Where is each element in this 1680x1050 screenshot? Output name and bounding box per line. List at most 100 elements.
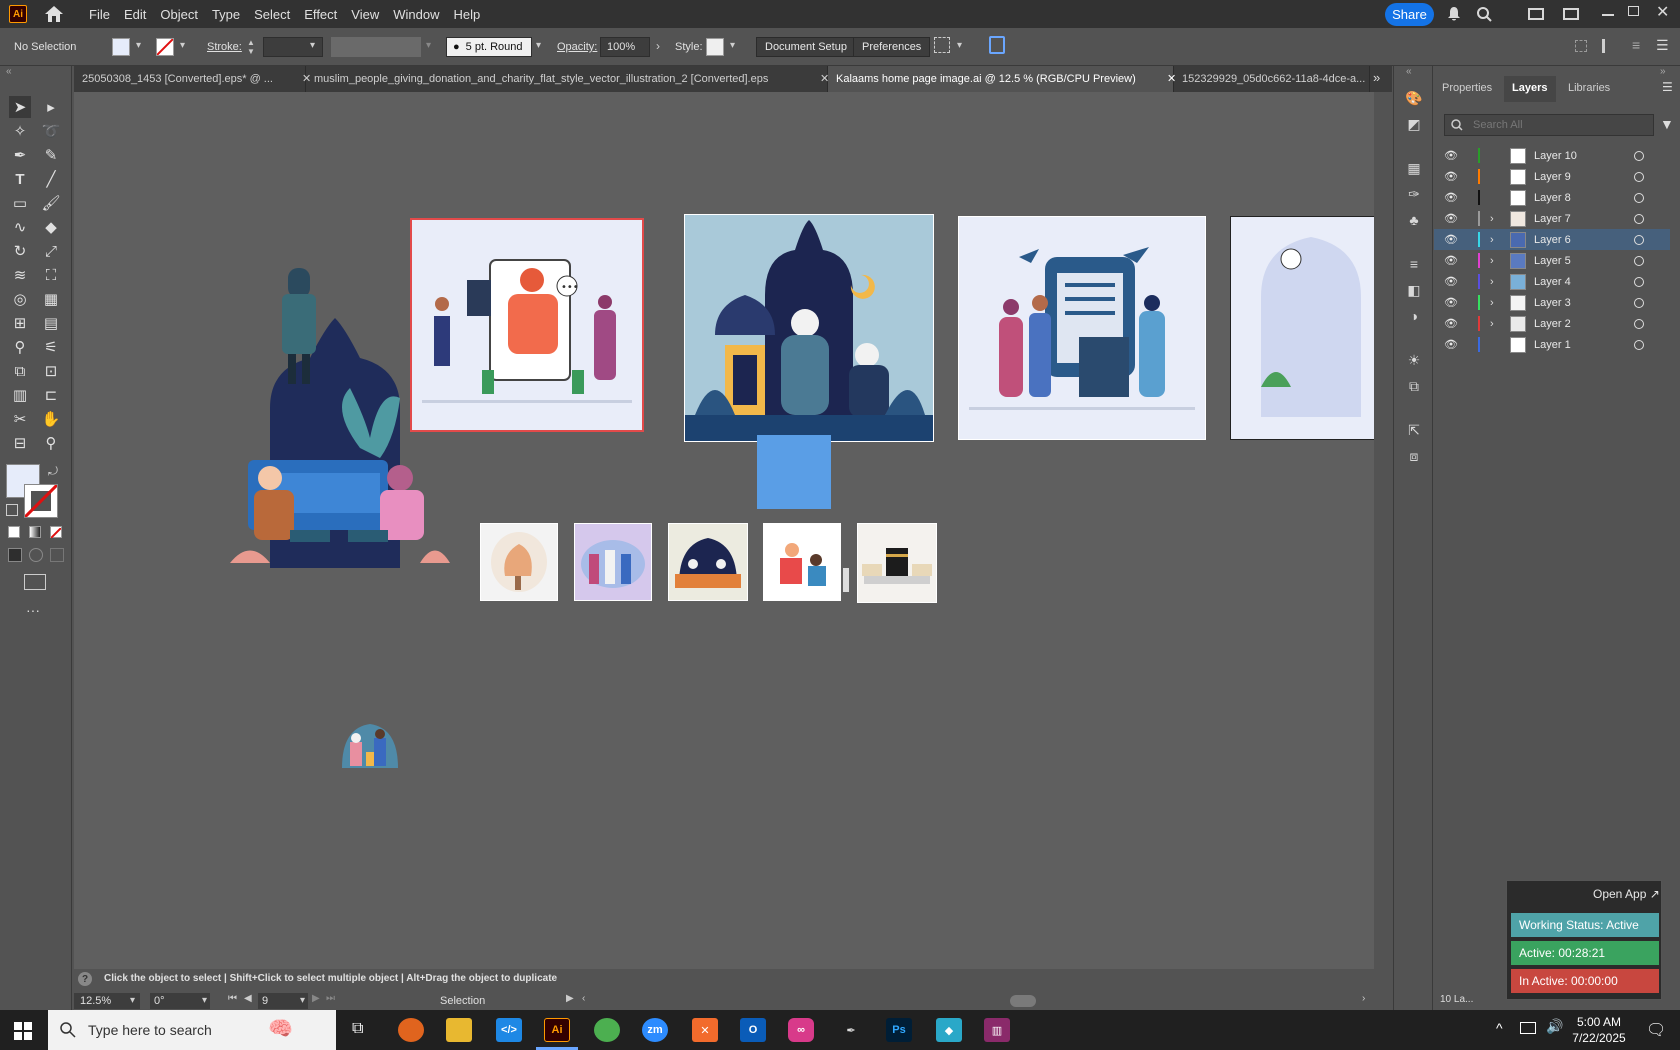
layer-name[interactable]: Layer 8 xyxy=(1534,192,1634,204)
windows-start-icon[interactable] xyxy=(14,1022,32,1043)
target-circle-icon[interactable] xyxy=(1634,318,1644,329)
app-diamond-icon[interactable]: ◆ xyxy=(936,1018,962,1042)
blend-tool-icon[interactable]: ⧉ xyxy=(9,360,31,382)
document-setup-button[interactable]: Document Setup xyxy=(756,37,856,57)
layer-row[interactable]: 👁 Layer 1 xyxy=(1434,334,1670,355)
expand-chevron-icon[interactable]: › xyxy=(1490,255,1502,267)
pen-tool-icon[interactable]: ✒ xyxy=(9,144,31,166)
creative-cloud-icon[interactable]: ∞ xyxy=(788,1018,814,1042)
brushes-icon[interactable]: ✑ xyxy=(1404,184,1424,204)
layer-name[interactable]: Layer 6 xyxy=(1534,234,1634,246)
network-icon[interactable] xyxy=(1520,1022,1536,1034)
layer-row[interactable]: 👁 › Layer 7 xyxy=(1434,208,1670,229)
shape-builder-tool-icon[interactable]: ◎ xyxy=(9,288,31,310)
print-tiling-tool-icon[interactable]: ⊟ xyxy=(9,432,31,454)
tab-properties[interactable]: Properties xyxy=(1442,82,1492,94)
xampp-icon[interactable]: ✕ xyxy=(692,1018,718,1042)
zoom-icon[interactable]: zm xyxy=(642,1018,668,1042)
target-circle-icon[interactable] xyxy=(1634,297,1644,308)
layer-name[interactable]: Layer 2 xyxy=(1534,318,1634,330)
layer-name[interactable]: Layer 3 xyxy=(1534,297,1634,309)
menu-file[interactable]: File xyxy=(89,7,110,22)
layer-name[interactable]: Layer 1 xyxy=(1534,339,1634,351)
slice-tool-icon[interactable]: ✂ xyxy=(9,408,31,430)
visibility-eye-icon[interactable]: 👁 xyxy=(1444,191,1460,204)
restore-icon[interactable] xyxy=(1628,6,1639,16)
align-panel-icon[interactable] xyxy=(1602,39,1616,53)
horizontal-scroll-thumb[interactable] xyxy=(1010,995,1036,1007)
target-circle-icon[interactable] xyxy=(1634,255,1644,266)
color-guide-icon[interactable]: ◩ xyxy=(1404,114,1424,134)
thumbnail-iftar[interactable] xyxy=(668,523,748,601)
rotation-field[interactable]: 0° xyxy=(150,993,210,1009)
expand-chevron-icon[interactable]: › xyxy=(1490,213,1502,225)
chevron-down-icon[interactable]: ▾ xyxy=(180,40,185,51)
layer-name[interactable]: Layer 9 xyxy=(1534,171,1634,183)
visibility-eye-icon[interactable]: 👁 xyxy=(1444,212,1460,225)
firefox-icon[interactable] xyxy=(398,1018,424,1042)
chevron-down-icon[interactable]: ▾ xyxy=(730,40,735,51)
menu-edit[interactable]: Edit xyxy=(124,7,146,22)
eraser-tool-icon[interactable]: ◆ xyxy=(40,216,62,238)
pen-app-icon[interactable]: ✒ xyxy=(838,1018,864,1042)
vscode-icon[interactable]: </> xyxy=(496,1018,522,1042)
visibility-eye-icon[interactable]: 👁 xyxy=(1444,317,1460,330)
menu-view[interactable]: View xyxy=(351,7,379,22)
stroke-icon[interactable]: ≡ xyxy=(1404,254,1424,274)
layers-search-input[interactable]: Search All xyxy=(1444,114,1654,136)
expand-chevron-icon[interactable]: › xyxy=(1490,276,1502,288)
symbols-icon[interactable]: ♣ xyxy=(1404,210,1424,230)
chevron-down-icon[interactable]: ▾ xyxy=(426,40,431,51)
curvature-tool-icon[interactable]: ✎ xyxy=(40,144,62,166)
lasso-tool-icon[interactable]: ➰ xyxy=(40,120,62,142)
rectangle-tool-icon[interactable]: ▭ xyxy=(9,192,31,214)
scroll-left-icon[interactable]: ‹ xyxy=(582,993,585,1004)
layer-name[interactable]: Layer 7 xyxy=(1534,213,1634,225)
visibility-eye-icon[interactable]: 👁 xyxy=(1444,254,1460,267)
tab-layers[interactable]: Layers xyxy=(1512,82,1547,94)
swatches-icon[interactable]: ▦ xyxy=(1404,158,1424,178)
workspace-switcher-icon[interactable] xyxy=(1563,8,1579,20)
draw-inside-icon[interactable] xyxy=(50,548,64,562)
none-mode-icon[interactable] xyxy=(50,526,62,539)
panel-menu-icon[interactable]: ☰ xyxy=(1656,37,1669,54)
task-view-icon[interactable]: ⧉ xyxy=(352,1020,363,1038)
tab-document-4[interactable]: 152329929_05d0c662-11a8-4dce-a... xyxy=(1174,66,1370,92)
brush-definition[interactable]: ● 5 pt. Round xyxy=(446,37,532,57)
collapse-panel-icon[interactable]: » xyxy=(1660,66,1666,77)
visibility-eye-icon[interactable]: 👁 xyxy=(1444,149,1460,162)
tab-document-3[interactable]: Kalaams home page image.ai @ 12.5 % (RGB… xyxy=(828,66,1174,92)
expand-chevron-icon[interactable]: › xyxy=(1490,297,1502,309)
export-icon[interactable]: ⇱ xyxy=(1404,420,1424,440)
line-segment-tool-icon[interactable]: ╱ xyxy=(40,168,62,190)
hand-tool-icon[interactable]: ✋ xyxy=(40,408,62,430)
graphic-styles-icon[interactable]: ⧉ xyxy=(1404,376,1424,396)
show-hidden-icons[interactable]: ^ xyxy=(1496,1020,1503,1036)
artboard-clock-partial[interactable] xyxy=(1230,216,1374,440)
bell-icon[interactable] xyxy=(1446,6,1462,25)
layer-row[interactable]: 👁 › Layer 6 xyxy=(1434,229,1670,250)
warp-tool-icon[interactable]: ≋ xyxy=(9,264,31,286)
swap-fill-stroke-icon[interactable]: ⤾ xyxy=(48,464,58,479)
gradient-icon[interactable]: ◧ xyxy=(1404,280,1424,300)
free-transform-tool-icon[interactable]: ⛶ xyxy=(40,264,62,286)
collapse-icon[interactable]: « xyxy=(1406,66,1412,77)
target-circle-icon[interactable] xyxy=(1634,150,1644,161)
chevron-down-icon[interactable]: ▾ xyxy=(202,995,207,1006)
default-fill-stroke-icon[interactable] xyxy=(6,504,18,516)
layer-name[interactable]: Layer 10 xyxy=(1534,150,1634,162)
direct-selection-tool-icon[interactable]: ▸ xyxy=(40,96,62,118)
graphic-style-swatch[interactable] xyxy=(706,38,724,56)
layer-name[interactable]: Layer 4 xyxy=(1534,276,1634,288)
stroke-color-box[interactable] xyxy=(23,483,59,519)
stroke-swatch[interactable] xyxy=(156,38,174,56)
previous-artboard-icon[interactable]: ◀ xyxy=(244,993,252,1004)
small-family-illustration[interactable] xyxy=(336,720,402,770)
tab-document-1[interactable]: 25050308_1453 [Converted].eps* @ ... xyxy=(74,66,306,92)
recolor-icon[interactable] xyxy=(989,36,1005,54)
layer-row[interactable]: 👁 Layer 9 xyxy=(1434,166,1670,187)
visibility-eye-icon[interactable]: 👁 xyxy=(1444,338,1460,351)
file-explorer-icon[interactable] xyxy=(446,1018,472,1042)
volume-icon[interactable]: 🔊 xyxy=(1546,1018,1563,1035)
target-circle-icon[interactable] xyxy=(1634,171,1644,182)
